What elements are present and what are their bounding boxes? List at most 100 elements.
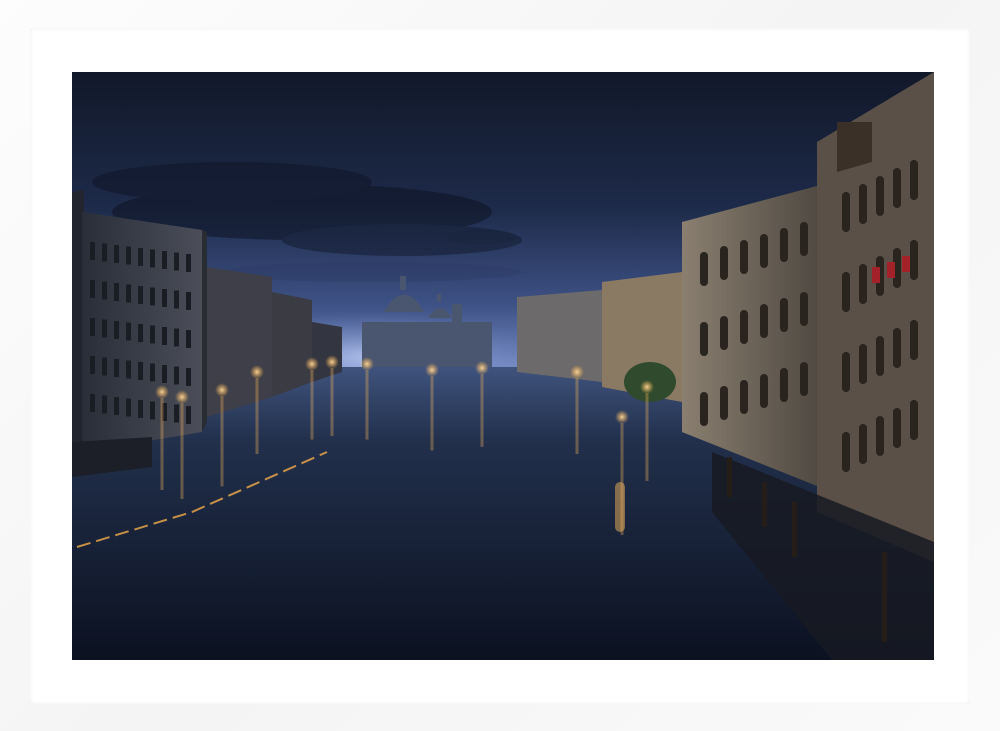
light-reflection	[365, 370, 369, 440]
window	[760, 234, 768, 268]
window	[162, 327, 167, 345]
window	[114, 245, 119, 263]
window	[780, 368, 788, 402]
window	[186, 330, 191, 348]
window	[150, 287, 155, 306]
light-reflection	[480, 374, 484, 447]
window	[740, 380, 748, 414]
pole	[762, 482, 767, 527]
lamp-glow	[325, 355, 339, 369]
window	[859, 184, 867, 224]
window	[859, 344, 867, 384]
window	[90, 394, 95, 412]
lamp-glow	[175, 390, 189, 404]
window	[760, 304, 768, 338]
window	[720, 386, 728, 420]
window	[150, 401, 155, 420]
pole	[882, 552, 887, 642]
night-canal-scene	[72, 72, 934, 660]
window	[780, 228, 788, 262]
lamp-glow	[425, 363, 439, 377]
window	[114, 321, 119, 339]
window	[102, 395, 107, 414]
window	[186, 292, 191, 310]
window	[162, 251, 167, 269]
lamp-glow	[570, 365, 584, 379]
window	[893, 328, 901, 368]
window	[800, 362, 808, 396]
window	[800, 222, 808, 256]
light-reflection	[180, 403, 184, 499]
window	[760, 374, 768, 408]
lamp-glow	[640, 380, 654, 394]
window	[700, 322, 708, 356]
window	[174, 252, 179, 271]
window	[126, 246, 131, 265]
window	[740, 240, 748, 274]
lamp-glow	[250, 365, 264, 379]
light-reflection	[310, 370, 314, 440]
lamp-glow	[475, 361, 489, 375]
light-reflection	[160, 398, 164, 490]
window	[102, 281, 107, 300]
window	[910, 400, 918, 440]
window	[910, 320, 918, 360]
window	[102, 357, 107, 376]
window	[842, 192, 850, 232]
window	[162, 289, 167, 307]
window	[174, 328, 179, 347]
window	[720, 316, 728, 350]
window	[720, 246, 728, 280]
light-reflection	[430, 376, 434, 451]
window	[876, 336, 884, 376]
window	[740, 310, 748, 344]
window	[174, 404, 179, 423]
window	[90, 280, 95, 298]
window	[842, 272, 850, 312]
window	[102, 243, 107, 262]
window	[114, 359, 119, 377]
window	[126, 284, 131, 303]
pole	[727, 457, 732, 497]
lamp-glow	[215, 383, 229, 397]
window	[780, 298, 788, 332]
window	[186, 368, 191, 386]
window	[876, 176, 884, 216]
window	[842, 352, 850, 392]
window	[126, 360, 131, 379]
window	[102, 319, 107, 338]
window	[150, 325, 155, 344]
lamp-glow	[155, 385, 169, 399]
lamp-glow	[305, 357, 319, 371]
window	[150, 363, 155, 382]
light-reflection	[615, 482, 625, 532]
light-reflection	[330, 368, 334, 436]
photograph	[72, 72, 934, 660]
window	[700, 252, 708, 286]
window	[114, 397, 119, 415]
window	[126, 322, 131, 341]
window	[138, 286, 143, 304]
window	[186, 254, 191, 272]
window	[842, 432, 850, 472]
light-reflection	[255, 378, 259, 454]
window	[700, 392, 708, 426]
window	[90, 356, 95, 374]
picture-frame	[0, 0, 1000, 731]
window	[138, 362, 143, 380]
lamp-glow	[360, 357, 374, 371]
lamp-glow	[615, 410, 629, 424]
window	[174, 290, 179, 309]
light-reflection	[575, 378, 579, 454]
light-reflection	[645, 393, 649, 481]
window	[138, 400, 143, 418]
window	[150, 249, 155, 268]
window	[126, 398, 131, 417]
light-reflection	[220, 396, 224, 487]
window	[90, 242, 95, 260]
window	[138, 248, 143, 266]
window	[893, 408, 901, 448]
window	[800, 292, 808, 326]
window	[114, 283, 119, 301]
window	[186, 406, 191, 424]
